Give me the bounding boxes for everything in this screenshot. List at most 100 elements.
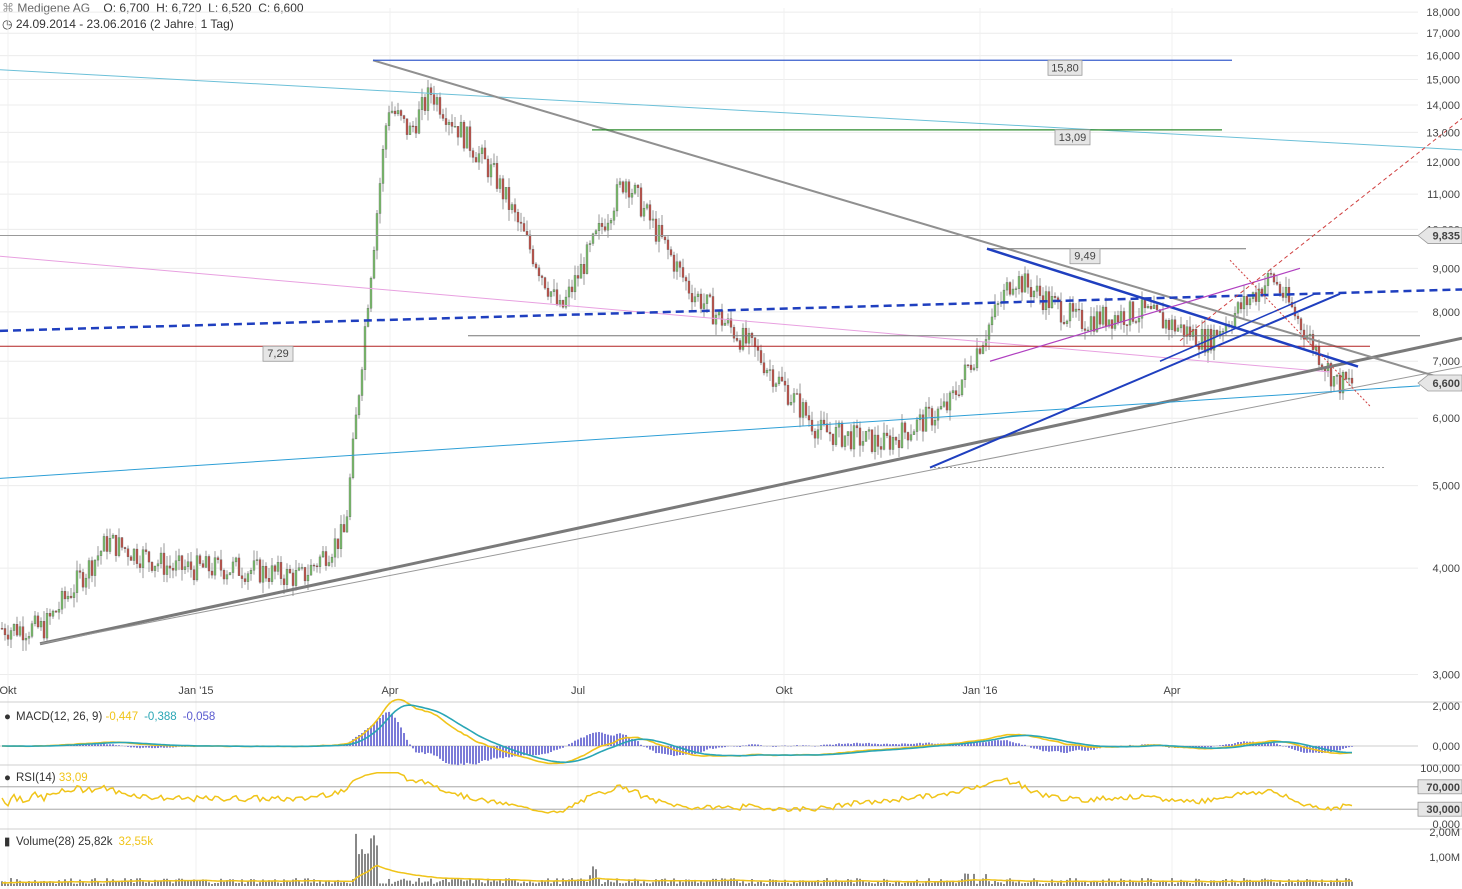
candle-body bbox=[495, 163, 499, 189]
volume-bar bbox=[385, 883, 387, 886]
candle-body bbox=[129, 556, 133, 561]
y-tick-label: 11,000 bbox=[1427, 189, 1460, 201]
x-tick-label: Jan '15 bbox=[178, 685, 213, 697]
volume-bar bbox=[961, 879, 963, 886]
candle-body bbox=[594, 230, 598, 235]
volume-bar bbox=[433, 883, 435, 886]
volume-bar bbox=[697, 882, 699, 886]
volume-bar bbox=[622, 883, 624, 886]
volume-bar bbox=[478, 878, 480, 886]
candle-body bbox=[978, 348, 982, 354]
volume-bar bbox=[1216, 882, 1218, 886]
volume-bar bbox=[1192, 883, 1194, 886]
candle-body bbox=[723, 322, 727, 326]
volume-bar bbox=[373, 835, 375, 886]
candle-body bbox=[663, 236, 667, 241]
volume-bar bbox=[406, 880, 408, 886]
candle-body bbox=[342, 524, 346, 533]
volume-bar bbox=[892, 883, 894, 886]
volume-bar bbox=[412, 883, 414, 886]
volume-bar bbox=[1183, 881, 1185, 886]
candle-body bbox=[1098, 311, 1102, 325]
candle-body bbox=[90, 560, 94, 576]
volume-bar bbox=[955, 883, 957, 886]
candle-body bbox=[96, 555, 100, 561]
candle-body bbox=[348, 477, 352, 517]
candle-body bbox=[351, 438, 355, 478]
volume-bar bbox=[484, 883, 486, 886]
volume-bar bbox=[493, 879, 495, 886]
candle-body bbox=[669, 249, 673, 256]
volume-bar bbox=[58, 880, 60, 886]
chart-canvas[interactable]: 15,8013,099,497,29 ● MACD(12, 26, 9) -0,4… bbox=[0, 0, 1462, 889]
candle-body bbox=[840, 422, 844, 447]
candle-body bbox=[555, 289, 559, 305]
volume-bar bbox=[619, 883, 621, 886]
candle-body bbox=[699, 293, 703, 309]
volume-bar bbox=[796, 883, 798, 886]
candle-body bbox=[684, 277, 688, 282]
volume-bar bbox=[454, 878, 456, 886]
candle-body bbox=[225, 574, 229, 580]
candle-body bbox=[498, 178, 502, 189]
candle-body bbox=[378, 183, 382, 214]
volume-bar bbox=[1021, 883, 1023, 886]
volume-bar bbox=[1126, 883, 1128, 886]
candle-body bbox=[201, 563, 205, 568]
volume-bar bbox=[1087, 883, 1089, 886]
candle-body bbox=[138, 563, 142, 568]
axes: 3,0004,0005,0006,0007,0008,0009,00010,00… bbox=[0, 7, 1462, 864]
macd-value: -0,447 bbox=[105, 711, 138, 723]
candle-body bbox=[993, 304, 997, 318]
candle-body bbox=[156, 563, 160, 567]
candle-body bbox=[42, 621, 46, 639]
trend-line-resistance bbox=[372, 59, 1441, 379]
volume-bar bbox=[115, 881, 117, 886]
volume-bar bbox=[598, 878, 600, 886]
volume-bar bbox=[295, 878, 297, 886]
candle-body bbox=[1083, 328, 1087, 331]
volume-bar bbox=[1189, 882, 1191, 886]
candle-body bbox=[621, 181, 625, 193]
volume-bar bbox=[805, 881, 807, 886]
candle-body bbox=[336, 538, 340, 549]
volume-bar bbox=[517, 882, 519, 886]
volume-bar bbox=[199, 880, 201, 886]
volume-bar bbox=[1252, 881, 1254, 886]
candle-body bbox=[435, 97, 439, 105]
volume-bar bbox=[718, 881, 720, 886]
volume-bar bbox=[673, 878, 675, 886]
volume-bar bbox=[1240, 882, 1242, 886]
volume-bar bbox=[442, 879, 444, 886]
volume-bar bbox=[1258, 881, 1260, 886]
volume-bar bbox=[265, 881, 267, 886]
candle-body bbox=[111, 534, 115, 539]
candle-body bbox=[486, 158, 490, 178]
volume-bar bbox=[88, 883, 90, 886]
candle-body bbox=[1053, 296, 1057, 298]
volume-bar bbox=[931, 883, 933, 886]
candle-body bbox=[624, 181, 628, 193]
price-badge-label: 6,600 bbox=[1432, 378, 1460, 390]
candle-body bbox=[1101, 306, 1105, 325]
volume-bar bbox=[766, 883, 768, 886]
candle-body bbox=[69, 595, 73, 598]
candle-body bbox=[198, 555, 202, 564]
candle-body bbox=[45, 613, 49, 639]
volume-bar bbox=[1033, 878, 1035, 886]
candle-body bbox=[144, 549, 148, 552]
candle-body bbox=[363, 326, 367, 370]
candle-body bbox=[12, 624, 16, 631]
volume-average-line bbox=[1, 864, 1352, 884]
volume-bar bbox=[1303, 881, 1305, 886]
candle-body bbox=[306, 574, 310, 582]
volume-bar bbox=[391, 883, 393, 886]
volume-bar bbox=[421, 882, 423, 886]
volume-bar bbox=[490, 881, 492, 886]
candle-body bbox=[759, 350, 763, 363]
volume-bar bbox=[757, 882, 759, 886]
volume-bar bbox=[280, 883, 282, 886]
volume-bar bbox=[451, 879, 453, 886]
candle-body bbox=[384, 125, 388, 150]
candle-body bbox=[417, 109, 421, 134]
